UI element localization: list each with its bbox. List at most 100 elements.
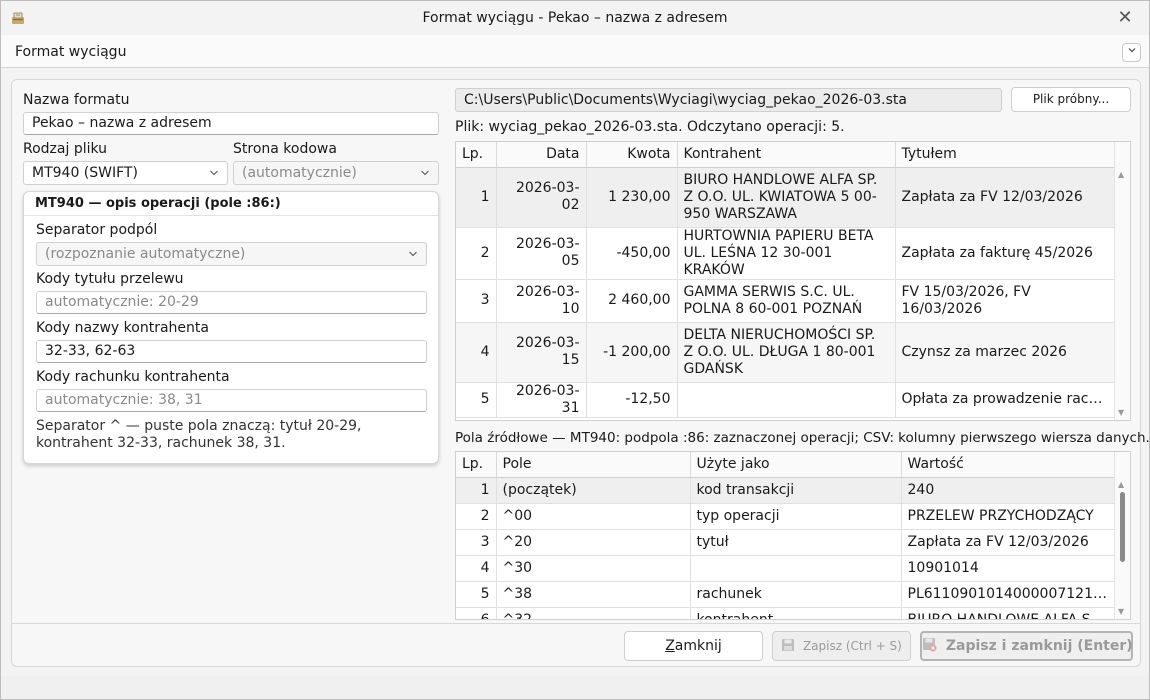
cell-title: Opłata za prowadzenie rachunku (895, 382, 1116, 418)
col-header-lp[interactable]: Lp. (456, 142, 497, 168)
col-header-value[interactable]: Wartość (901, 452, 1116, 478)
source-fields-scrollbar[interactable]: ▲ ▼ (1114, 452, 1130, 619)
separator-select[interactable]: (rozpoznanie automatyczne) (36, 242, 427, 266)
cell-used-as: rachunek (690, 581, 902, 608)
header-bar: Format wyciągu (1, 35, 1149, 68)
table-row[interactable]: 6 ^32 kontrahent BIURO HANDLOWE ALFA SP.… (456, 607, 1116, 619)
close-icon[interactable]: ✕ (1111, 7, 1139, 29)
col-header-used-as[interactable]: Użyte jako (690, 452, 902, 478)
format-name-input[interactable]: Pekao – nazwa z adresem (23, 112, 439, 135)
status-bar (1, 676, 1149, 699)
separator-label: Separator podpól (36, 222, 158, 238)
cell-used-as: kod transakcji (690, 477, 902, 504)
table-row[interactable]: 3 2026-03-10 2 460,00 GAMMA SERWIS S.C. … (456, 279, 1116, 323)
dialog-window: Format wyciągu - Pekao – nazwa z adresem… (0, 0, 1150, 700)
table-row[interactable]: 5 2026-03-31 -12,50 Opłata za prowadzeni… (456, 382, 1116, 418)
cell-amount: 1 230,00 (586, 167, 678, 228)
cell-date: 2026-03-05 (496, 227, 587, 280)
col-header-title[interactable]: Tytułem (895, 142, 1116, 168)
format-name-label: Nazwa formatu (23, 92, 130, 108)
file-type-select[interactable]: MT940 (SWIFT) (23, 161, 228, 185)
cell-party (677, 382, 896, 418)
file-type-label: Rodzaj pliku (23, 141, 108, 157)
cell-field: (początek) (496, 477, 691, 504)
cell-value: 240 (901, 477, 1116, 504)
table-row[interactable]: 5 ^38 rachunek PL61109010140000071219812… (456, 581, 1116, 608)
source-fields-grid[interactable]: Lp. Pole Użyte jako Wartość 1 (początek)… (455, 451, 1131, 620)
table-row[interactable]: 4 ^30 10901014 (456, 555, 1116, 582)
separator-value: (rozpoznanie automatyczne) (45, 246, 246, 262)
table-row[interactable]: 2 ^00 typ operacji PRZELEW PRZYCHODZĄCY (456, 503, 1116, 530)
cell-lp: 3 (456, 279, 497, 323)
cell-lp: 3 (456, 529, 497, 556)
scroll-up-icon[interactable]: ▲ (1118, 170, 1124, 179)
close-button[interactable]: Zamknij (624, 631, 763, 661)
cell-amount: -450,00 (586, 227, 678, 280)
scroll-down-icon[interactable]: ▼ (1118, 607, 1124, 616)
scroll-up-icon[interactable]: ▲ (1118, 480, 1124, 489)
save-and-close-button[interactable]: Zapisz i zamknij (Enter) (920, 631, 1133, 661)
codepage-select[interactable]: (automatycznie) (233, 161, 439, 185)
floppy-close-icon (923, 638, 937, 652)
cell-lp: 1 (456, 167, 497, 228)
cell-lp: 5 (456, 382, 497, 418)
table-row[interactable]: 1 2026-03-02 1 230,00 BIURO HANDLOWE ALF… (456, 167, 1116, 228)
account-codes-input[interactable]: automatycznie: 38, 31 (36, 389, 427, 412)
close-button-label: Zamknij (665, 638, 722, 654)
operations-table: Lp. Data Kwota Kontrahent Tytułem 1 2026… (456, 142, 1116, 418)
header-title: Format wyciągu (15, 44, 127, 60)
operations-grid[interactable]: Lp. Data Kwota Kontrahent Tytułem 1 2026… (455, 141, 1131, 421)
cell-lp: 5 (456, 581, 497, 608)
chevron-down-icon[interactable] (1122, 43, 1141, 62)
cell-used-as (690, 555, 902, 582)
card-divider (24, 215, 438, 216)
table-row[interactable]: 3 ^20 tytuł Zapłata za FV 12/03/2026 (456, 529, 1116, 556)
cell-value: 10901014 (901, 555, 1116, 582)
operations-scrollbar[interactable]: ▲ ▼ (1114, 142, 1130, 420)
save-button-label: Zapisz (Ctrl + S) (802, 639, 902, 653)
codepage-label: Strona kodowa (233, 141, 337, 157)
title-bar: Format wyciągu - Pekao – nazwa z adresem… (1, 1, 1149, 35)
cell-party: GAMMA SERWIS S.C. UL. POLNA 8 60-001 POZ… (677, 279, 896, 323)
cell-lp: 1 (456, 477, 497, 504)
cell-amount: -1 200,00 (586, 322, 678, 383)
cell-field: ^38 (496, 581, 691, 608)
col-header-lp[interactable]: Lp. (456, 452, 497, 478)
scroll-thumb[interactable] (1120, 492, 1125, 562)
floppy-icon (782, 639, 795, 651)
cell-used-as: typ operacji (690, 503, 902, 530)
table-row[interactable]: 1 (początek) kod transakcji 240 (456, 477, 1116, 504)
chevron-down-icon (408, 243, 418, 273)
cell-lp: 4 (456, 555, 497, 582)
table-row[interactable]: 2 2026-03-05 -450,00 HURTOWNIA PAPIERU B… (456, 227, 1116, 280)
sample-file-button[interactable]: Plik próbny... (1011, 87, 1131, 112)
cell-field: ^32 (496, 607, 691, 619)
cell-party: BIURO HANDLOWE ALFA SP. Z O.O. UL. KWIAT… (677, 167, 896, 228)
cell-used-as: tytuł (690, 529, 902, 556)
cell-party: HURTOWNIA PAPIERU BETA UL. LEŚNA 12 30-0… (677, 227, 896, 280)
name-codes-input[interactable]: 32-33, 62-63 (36, 340, 427, 363)
operations-header-row: Lp. Data Kwota Kontrahent Tytułem (456, 142, 1116, 168)
cell-amount: 2 460,00 (586, 279, 678, 323)
source-header-row: Lp. Pole Użyte jako Wartość (456, 452, 1116, 478)
cell-value: PRZELEW PRZYCHODZĄCY (901, 503, 1116, 530)
source-fields-caption: Pola źródłowe — MT940: podpola :86: zazn… (455, 430, 1150, 446)
cell-title: Zapłata za fakturę 45/2026 (895, 227, 1116, 280)
col-header-date[interactable]: Data (496, 142, 587, 168)
cell-value: PL61109010140000071219812... (901, 581, 1116, 608)
window-title: Format wyciągu - Pekao – nazwa z adresem (422, 10, 728, 26)
cell-lp: 2 (456, 503, 497, 530)
cell-value: Zapłata za FV 12/03/2026 (901, 529, 1116, 556)
scroll-down-icon[interactable]: ▼ (1118, 408, 1124, 417)
col-header-field[interactable]: Pole (496, 452, 691, 478)
col-header-amount[interactable]: Kwota (586, 142, 678, 168)
title-codes-input[interactable]: automatycznie: 20-29 (36, 291, 427, 314)
save-button[interactable]: Zapisz (Ctrl + S) (772, 631, 911, 661)
cell-value: BIURO HANDLOWE ALFA SP. Z... (901, 607, 1116, 619)
col-header-party[interactable]: Kontrahent (677, 142, 896, 168)
cell-lp: 6 (456, 607, 497, 619)
title-codes-label: Kody tytułu przelewu (36, 271, 184, 287)
sample-path-field[interactable]: C:\Users\Public\Documents\Wyciagi\wyciag… (455, 88, 1002, 112)
table-row[interactable]: 4 2026-03-15 -1 200,00 DELTA NIERUCHOMOŚ… (456, 322, 1116, 383)
cell-date: 2026-03-10 (496, 279, 587, 323)
